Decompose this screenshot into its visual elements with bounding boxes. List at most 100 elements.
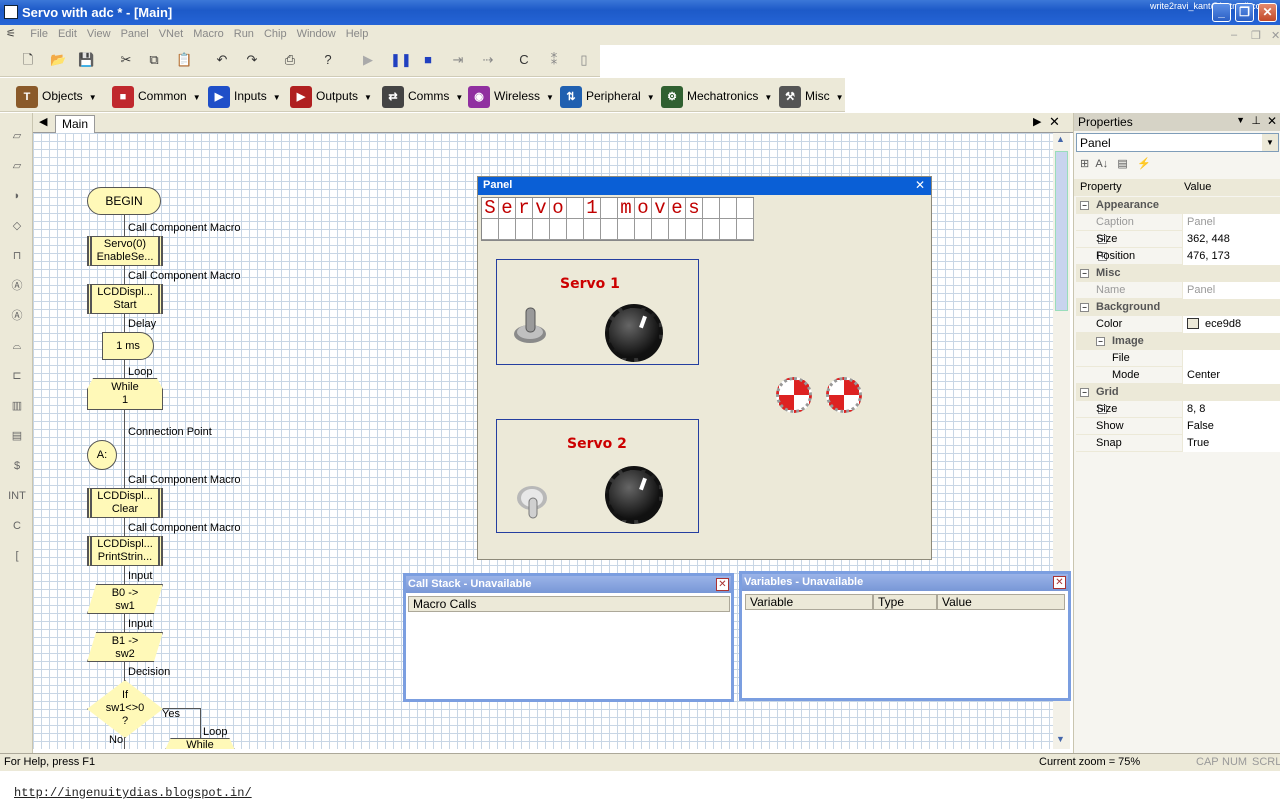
- alphabetical-icon[interactable]: A↓: [1095, 158, 1108, 170]
- properties-close-icon[interactable]: ✕: [1267, 114, 1277, 128]
- property-value[interactable]: 362, 448: [1182, 231, 1280, 248]
- mechatronics-menu[interactable]: ⚙ Mechatronics ▼: [661, 86, 772, 108]
- copy-icon[interactable]: ⧉: [146, 52, 162, 68]
- property-value[interactable]: Panel: [1182, 214, 1280, 231]
- panel-close-icon[interactable]: ✕: [915, 178, 925, 192]
- servo2-knob[interactable]: [605, 466, 663, 524]
- maximize-button[interactable]: ❐: [1235, 3, 1254, 22]
- step-over-icon[interactable]: ⇢: [480, 52, 496, 68]
- collapse-icon[interactable]: −: [1080, 269, 1089, 278]
- peripheral-menu[interactable]: ⇅ Peripheral ▼: [560, 86, 655, 108]
- variables-close-icon[interactable]: ✕: [1053, 576, 1066, 589]
- print-icon[interactable]: ⎙: [282, 52, 298, 68]
- menu-view[interactable]: View: [82, 26, 116, 42]
- new-file-icon[interactable]: 🗋: [20, 52, 36, 68]
- menu-vnet[interactable]: VNet: [154, 26, 188, 42]
- pause-icon[interactable]: ❚❚: [390, 52, 412, 68]
- goto-icon[interactable]: Ⓐ: [5, 305, 29, 327]
- property-value[interactable]: 476, 173: [1182, 248, 1280, 265]
- inputs-menu[interactable]: ▶ Inputs ▼: [208, 86, 281, 108]
- tab-main[interactable]: Main: [55, 115, 95, 133]
- events-icon[interactable]: ⚡: [1137, 158, 1151, 170]
- property-value[interactable]: Center: [1182, 367, 1280, 384]
- loop-icon[interactable]: ⊏: [5, 365, 29, 387]
- categorized-icon[interactable]: ⊞: [1080, 158, 1089, 170]
- property-pages-icon[interactable]: ▤: [1117, 158, 1127, 170]
- while-loop-block[interactable]: While 1: [87, 378, 163, 410]
- property-row[interactable]: Mode Center: [1076, 367, 1280, 384]
- property-row[interactable]: + Size 362, 448: [1076, 231, 1280, 248]
- open-folder-icon[interactable]: 📂: [50, 52, 66, 68]
- property-row[interactable]: + Position 476, 173: [1076, 248, 1280, 265]
- property-row[interactable]: − Background: [1076, 299, 1280, 316]
- input-block-icon[interactable]: ▱: [5, 125, 29, 147]
- wireless-menu[interactable]: ◉ Wireless ▼: [468, 86, 554, 108]
- input-b1-block[interactable]: B1 -> sw2: [87, 632, 163, 662]
- outputs-menu[interactable]: ▶ Outputs ▼: [290, 86, 372, 108]
- property-value[interactable]: False: [1182, 418, 1280, 435]
- close-button[interactable]: ✕: [1258, 3, 1277, 22]
- property-value[interactable]: True: [1182, 435, 1280, 452]
- comms-menu[interactable]: ⇄ Comms ▼: [382, 86, 463, 108]
- delay-block-icon[interactable]: ◗: [5, 185, 29, 207]
- decision-block[interactable]: If sw1<>0?: [87, 680, 163, 738]
- mdi-close-icon[interactable]: ✕: [1266, 27, 1280, 44]
- property-row[interactable]: − Misc: [1076, 265, 1280, 282]
- property-row[interactable]: − Image: [1076, 333, 1280, 350]
- connection-point-icon[interactable]: Ⓐ: [5, 275, 29, 297]
- tab-scroll-left-icon[interactable]: ◀: [39, 115, 47, 128]
- output-block-icon[interactable]: ▱: [5, 155, 29, 177]
- undo-icon[interactable]: ↶: [214, 52, 230, 68]
- while-loop-block-2[interactable]: While: [165, 738, 235, 749]
- property-value[interactable]: 8, 8: [1182, 401, 1280, 418]
- switch-block-icon[interactable]: ⊓: [5, 245, 29, 267]
- variable-column-header[interactable]: Variable: [745, 594, 873, 610]
- help-icon[interactable]: ?: [320, 52, 336, 68]
- redo-icon[interactable]: ↷: [244, 52, 260, 68]
- servo-enable-block[interactable]: Servo(0) EnableSe...: [87, 236, 163, 266]
- int-icon[interactable]: INT: [5, 485, 29, 507]
- property-row[interactable]: Snap True: [1076, 435, 1280, 452]
- menu-file[interactable]: File: [25, 26, 53, 42]
- pin-icon[interactable]: ⊥: [1251, 114, 1261, 127]
- save-icon[interactable]: 💾: [78, 52, 94, 68]
- compile-hex-icon[interactable]: ⁑: [546, 52, 562, 68]
- macro-icon[interactable]: ▥: [5, 395, 29, 417]
- chip-icon[interactable]: ▯: [576, 52, 592, 68]
- lcd-printstring-block[interactable]: LCDDispl... PrintStrin...: [87, 536, 163, 566]
- scroll-up-icon[interactable]: ▲: [1056, 134, 1065, 144]
- scroll-thumb[interactable]: [1055, 151, 1068, 311]
- objects-menu[interactable]: T Objects ▼: [16, 86, 97, 108]
- lcd-clear-block[interactable]: LCDDispl... Clear: [87, 488, 163, 518]
- property-row[interactable]: − Grid: [1076, 384, 1280, 401]
- menu-window[interactable]: Window: [292, 26, 341, 42]
- menu-macro[interactable]: Macro: [188, 26, 229, 42]
- c-code-icon[interactable]: C: [5, 515, 29, 537]
- collapse-icon[interactable]: −: [1080, 388, 1089, 397]
- connection-point-block[interactable]: A:: [87, 440, 117, 470]
- misc-menu[interactable]: ⚒ Misc ▼: [779, 86, 844, 108]
- run-icon[interactable]: ▶: [360, 52, 376, 68]
- menu-panel[interactable]: Panel: [116, 26, 154, 42]
- property-row[interactable]: Show False: [1076, 418, 1280, 435]
- mdi-minimize-icon[interactable]: –: [1226, 27, 1242, 43]
- stop-icon[interactable]: ■: [420, 52, 436, 68]
- servo1-switch-icon[interactable]: [513, 304, 547, 343]
- common-menu[interactable]: ■ Common ▼: [112, 86, 201, 108]
- lcd-display[interactable]: Servo 1 moves: [481, 197, 754, 241]
- servo2-switch-icon[interactable]: [515, 480, 549, 519]
- compile-c-icon[interactable]: C: [516, 52, 532, 68]
- property-row[interactable]: File: [1076, 350, 1280, 367]
- panel-window[interactable]: Panel ✕ Servo 1 moves Servo 1 Servo 2: [477, 176, 932, 560]
- collapse-icon[interactable]: −: [1080, 201, 1089, 210]
- menu-run[interactable]: Run: [229, 26, 259, 42]
- properties-dropdown-icon[interactable]: ▼: [1236, 115, 1245, 125]
- scroll-down-icon[interactable]: ▼: [1056, 734, 1065, 744]
- string-icon[interactable]: $: [5, 455, 29, 477]
- minimize-button[interactable]: _: [1212, 3, 1231, 22]
- step-into-icon[interactable]: ⇥: [450, 52, 466, 68]
- calculation-icon[interactable]: ▤: [5, 425, 29, 447]
- begin-block[interactable]: BEGIN: [87, 187, 161, 215]
- property-value[interactable]: ece9d8: [1182, 316, 1280, 333]
- input-b0-block[interactable]: B0 -> sw1: [87, 584, 163, 614]
